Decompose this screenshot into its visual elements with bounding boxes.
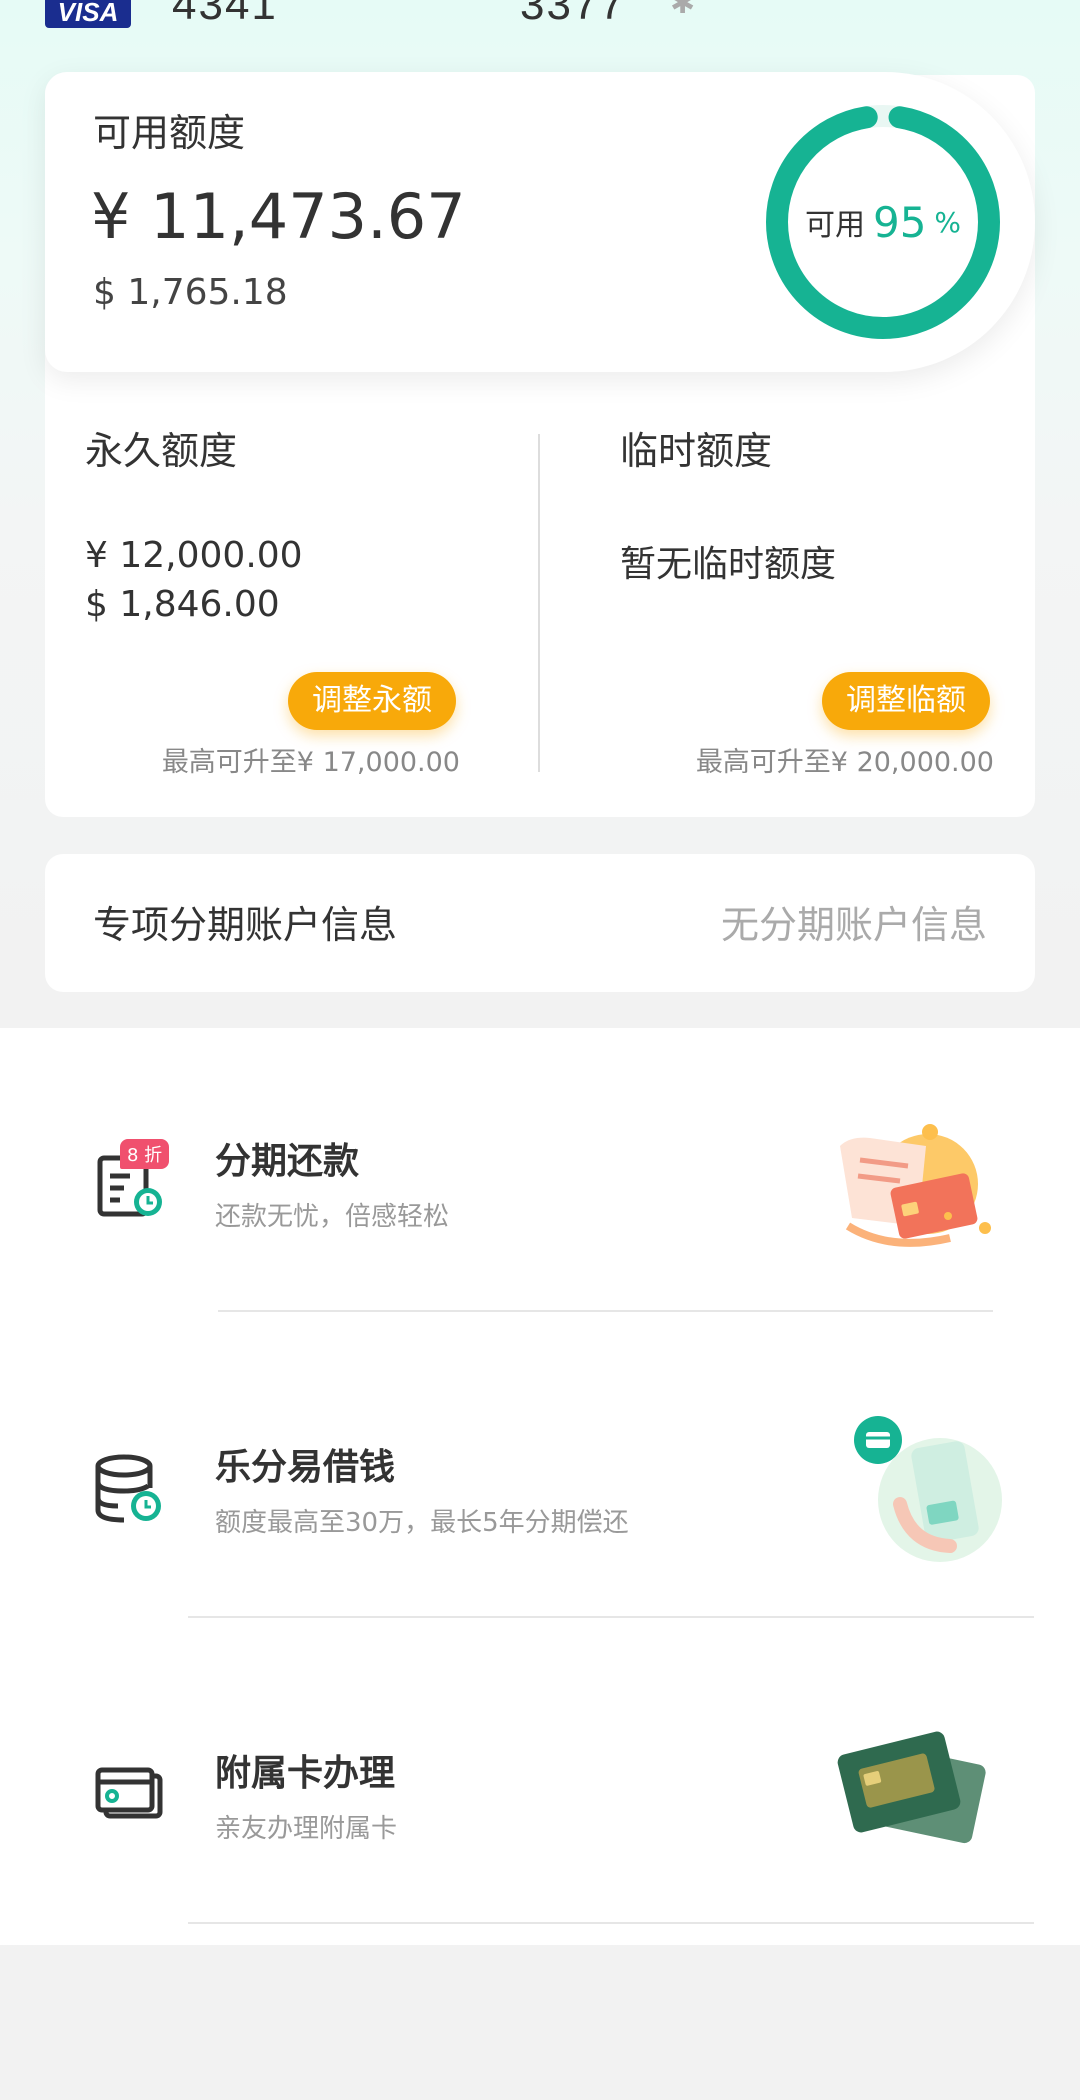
installment-illustration: [840, 1124, 991, 1247]
service-title: 乐分易借钱: [215, 1447, 396, 1488]
service-lefenyi-loan[interactable]: 乐分易借钱 额度最高至30万，最长5年分期偿还: [0, 1334, 1080, 1640]
adjust-temporary-button[interactable]: 调整临额: [822, 672, 990, 730]
discount-badge: 8 折: [120, 1139, 170, 1169]
service-divider: [218, 1310, 993, 1312]
supplementary-card-illustration: [837, 1731, 986, 1844]
ring-percent: 95: [872, 197, 927, 247]
ring-label: 可用: [804, 208, 865, 243]
service-divider: [188, 1616, 1034, 1618]
service-divider: [188, 1922, 1034, 1924]
permanent-quota-title: 永久额度: [85, 429, 238, 473]
ring-center-text: 可用 95 %: [763, 102, 1003, 342]
service-title: 附属卡办理: [215, 1753, 396, 1794]
temporary-max-text: 最高可升至¥ 20,000.00: [695, 747, 994, 778]
service-desc: 额度最高至30万，最长5年分期偿还: [215, 1508, 629, 1538]
installment-account-value: 无分期账户信息: [720, 903, 987, 947]
coins-clock-icon: [95, 1454, 161, 1523]
adjust-permanent-button[interactable]: 调整永额: [288, 672, 456, 730]
loan-illustration: [854, 1416, 1002, 1562]
eye-icon[interactable]: ✱: [670, 0, 695, 21]
permanent-amount-cny: ¥ 12,000.00: [85, 535, 303, 576]
available-credit-card: 可用额度 ¥ 11,473.67 $ 1,765.18 可用 95 %: [45, 72, 1035, 372]
service-title: 分期还款: [215, 1141, 360, 1182]
card-header-strip: VISA 4341 3377 ✱: [0, 0, 1080, 40]
service-desc: 还款无忧，倍感轻松: [215, 1202, 450, 1232]
visa-logo: VISA: [45, 0, 131, 28]
available-amount-usd: $ 1,765.18: [93, 272, 288, 313]
available-amount-cny: ¥ 11,473.67: [91, 180, 466, 253]
quota-divider: [538, 434, 540, 772]
permanent-max-text: 最高可升至¥ 17,000.00: [161, 747, 460, 778]
permanent-amount-usd: $ 1,846.00: [85, 584, 280, 625]
temporary-quota-title: 临时额度: [620, 429, 773, 473]
installment-account-title: 专项分期账户信息: [93, 903, 398, 947]
service-installment-repayment[interactable]: 8 折 分期还款 还款无忧，倍感轻松: [0, 1028, 1080, 1334]
service-supplementary-card[interactable]: 附属卡办理 亲友办理附属卡: [0, 1640, 1080, 1946]
available-credit-title: 可用额度: [93, 111, 246, 155]
card-number-left: 4341: [172, 0, 278, 29]
card-icon: [95, 1767, 163, 1819]
ring-percent-sign: %: [934, 205, 962, 239]
service-desc: 亲友办理附属卡: [215, 1814, 398, 1844]
temporary-status: 暂无临时额度: [620, 544, 837, 585]
card-number-right: 3377: [520, 0, 626, 29]
services-list: 8 折 分期还款 还款无忧，倍感轻松 乐分易借钱 额度最高至30万，最长5年分期…: [0, 1028, 1080, 1945]
installment-account-row[interactable]: 专项分期账户信息 无分期账户信息: [45, 854, 1035, 992]
